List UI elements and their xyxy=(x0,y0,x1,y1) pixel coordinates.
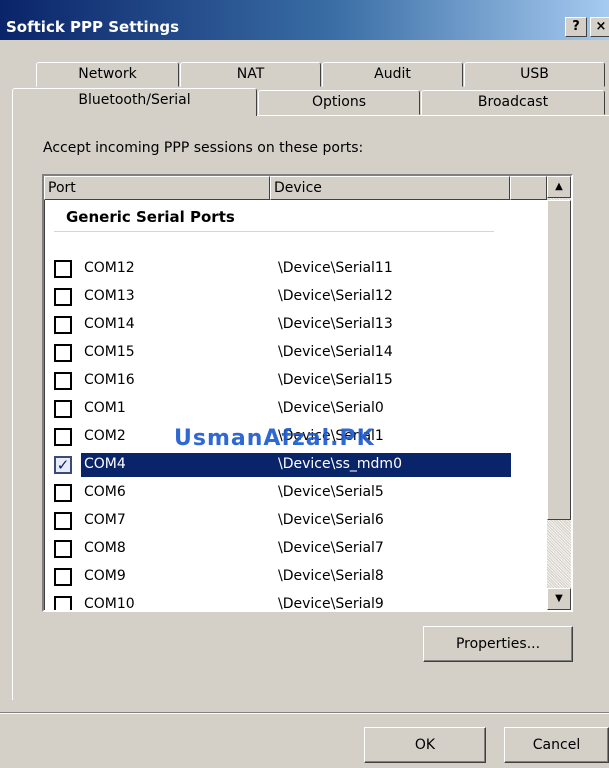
column-header-port[interactable]: Port xyxy=(44,176,270,200)
tab-audit[interactable]: Audit xyxy=(322,62,463,87)
port-name: COM7 xyxy=(84,512,126,528)
device-path: \Device\Serial13 xyxy=(278,316,393,332)
port-row[interactable]: COM9 \Device\Serial8 xyxy=(54,564,514,590)
port-row[interactable]: COM7 \Device\Serial6 xyxy=(54,508,514,534)
device-path: \Device\ss_mdm0 xyxy=(278,456,402,472)
port-row[interactable]: COM6 \Device\Serial5 xyxy=(54,480,514,506)
port-checkbox[interactable] xyxy=(54,400,72,418)
scroll-thumb[interactable] xyxy=(547,200,571,520)
port-name: COM6 xyxy=(84,484,126,500)
vertical-scrollbar[interactable]: ▲ ▼ xyxy=(547,176,571,610)
device-path: \Device\Serial5 xyxy=(278,484,384,500)
port-checkbox[interactable] xyxy=(54,344,72,362)
port-name: COM13 xyxy=(84,288,135,304)
port-name: COM16 xyxy=(84,372,135,388)
tab-broadcast[interactable]: Broadcast xyxy=(421,90,605,115)
close-button[interactable]: × xyxy=(590,17,609,37)
port-row[interactable]: COM12 \Device\Serial11 xyxy=(54,256,514,282)
port-name: COM2 xyxy=(84,428,126,444)
port-name: COM1 xyxy=(84,400,126,416)
accept-sessions-label: Accept incoming PPP sessions on these po… xyxy=(43,140,364,156)
column-header-blank[interactable] xyxy=(510,176,547,200)
port-row[interactable]: COM15 \Device\Serial14 xyxy=(54,340,514,366)
tab-usb[interactable]: USB xyxy=(464,62,605,87)
cancel-button[interactable]: Cancel xyxy=(504,727,609,763)
title-bar: Softick PPP Settings ? × xyxy=(0,0,609,40)
tab-options[interactable]: Options xyxy=(258,90,420,115)
port-checkbox[interactable] xyxy=(54,596,72,610)
help-button[interactable]: ? xyxy=(565,17,587,37)
port-checkbox[interactable] xyxy=(54,288,72,306)
device-path: \Device\Serial0 xyxy=(278,400,384,416)
window-title: Softick PPP Settings xyxy=(6,18,180,36)
device-path: \Device\Serial14 xyxy=(278,344,393,360)
device-path: \Device\Serial8 xyxy=(278,568,384,584)
port-checkbox[interactable] xyxy=(54,484,72,502)
footer-separator xyxy=(0,712,609,714)
device-path: \Device\Serial11 xyxy=(278,260,393,276)
port-name: COM9 xyxy=(84,568,126,584)
device-path: \Device\Serial9 xyxy=(278,596,384,612)
port-name: COM12 xyxy=(84,260,135,276)
port-name: COM15 xyxy=(84,344,135,360)
device-path: \Device\Serial7 xyxy=(278,540,384,556)
port-checkbox[interactable]: ✓ xyxy=(54,456,72,474)
port-checkbox[interactable] xyxy=(54,568,72,586)
device-path: \Device\Serial6 xyxy=(278,512,384,528)
tab-network[interactable]: Network xyxy=(36,62,179,87)
port-name: COM8 xyxy=(84,540,126,556)
port-row[interactable]: ✓ COM4 \Device\ss_mdm0 xyxy=(54,452,514,478)
port-row[interactable]: COM16 \Device\Serial15 xyxy=(54,368,514,394)
port-checkbox[interactable] xyxy=(54,260,72,278)
scroll-up-icon[interactable]: ▲ xyxy=(547,176,571,198)
ok-button[interactable]: OK xyxy=(364,727,486,763)
port-checkbox[interactable] xyxy=(54,540,72,558)
port-name: COM4 xyxy=(84,456,126,472)
tab-bluetooth-serial[interactable]: Bluetooth/Serial xyxy=(12,88,257,116)
port-checkbox[interactable] xyxy=(54,428,72,446)
port-name: COM14 xyxy=(84,316,135,332)
port-row[interactable]: COM10 \Device\Serial9 xyxy=(54,592,514,612)
port-checkbox[interactable] xyxy=(54,316,72,334)
port-row[interactable]: COM8 \Device\Serial7 xyxy=(54,536,514,562)
port-checkbox[interactable] xyxy=(54,372,72,390)
device-path: \Device\Serial15 xyxy=(278,372,393,388)
group-divider xyxy=(54,231,494,232)
properties-button[interactable]: Properties... xyxy=(423,626,573,662)
device-path: \Device\Serial12 xyxy=(278,288,393,304)
column-header-device[interactable]: Device xyxy=(270,176,510,200)
listview-header: Port Device xyxy=(44,176,547,200)
port-name: COM10 xyxy=(84,596,135,612)
watermark-text: UsmanAfzal.PK xyxy=(174,426,375,451)
port-checkbox[interactable] xyxy=(54,512,72,530)
ports-listview[interactable]: Port Device Generic Serial Ports COM12 \D… xyxy=(42,174,573,612)
port-row[interactable]: COM1 \Device\Serial0 xyxy=(54,396,514,422)
port-row[interactable]: COM13 \Device\Serial12 xyxy=(54,284,514,310)
tab-nat[interactable]: NAT xyxy=(180,62,321,87)
port-row[interactable]: COM14 \Device\Serial13 xyxy=(54,312,514,338)
group-header-generic-serial: Generic Serial Ports xyxy=(66,208,235,226)
scroll-down-icon[interactable]: ▼ xyxy=(547,588,571,610)
